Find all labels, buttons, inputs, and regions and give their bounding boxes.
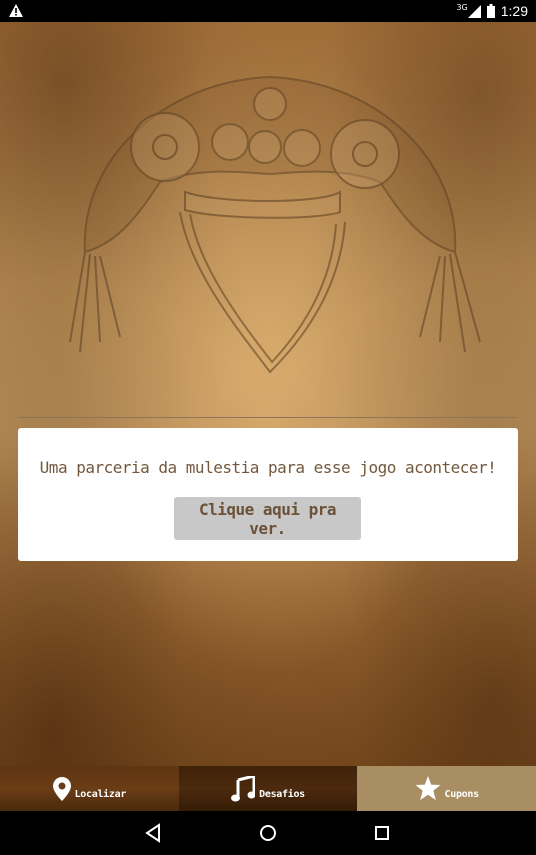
partner-message: Uma parceria da mulestia para esse jogo … bbox=[39, 458, 497, 477]
system-nav-bar bbox=[0, 811, 536, 855]
view-partner-button[interactable]: Clique aqui pra ver. bbox=[174, 497, 361, 540]
main-background: Uma parceria da mulestia para esse jogo … bbox=[0, 22, 536, 766]
divider-line bbox=[18, 417, 518, 418]
battery-icon bbox=[486, 4, 495, 18]
recents-icon[interactable] bbox=[372, 823, 392, 843]
signal-icon bbox=[467, 4, 481, 18]
tab-label-desafios: Desafios bbox=[259, 789, 305, 800]
network-type: 3G bbox=[456, 2, 468, 12]
partner-card: Uma parceria da mulestia para esse jogo … bbox=[18, 428, 518, 561]
star-icon bbox=[415, 776, 441, 800]
status-right-group: 3G 1:29 bbox=[456, 0, 528, 22]
home-icon[interactable] bbox=[258, 823, 278, 843]
status-time: 1:29 bbox=[500, 3, 528, 19]
location-pin-icon bbox=[52, 776, 71, 801]
tab-label-cupons: Cupons bbox=[444, 789, 480, 800]
warning-icon bbox=[9, 4, 23, 17]
hat-illustration bbox=[69, 75, 481, 374]
tab-localizar[interactable]: Localizar bbox=[0, 766, 179, 811]
tab-label-localizar: Localizar bbox=[74, 789, 127, 800]
status-bar: 3G 1:29 bbox=[0, 0, 536, 22]
music-note-icon bbox=[231, 775, 256, 801]
tab-cupons[interactable]: Cupons bbox=[357, 766, 536, 811]
tab-desafios[interactable]: Desafios bbox=[178, 766, 358, 811]
back-icon[interactable] bbox=[144, 823, 164, 843]
bottom-tab-bar: Localizar Desafios Cupons bbox=[0, 766, 536, 811]
